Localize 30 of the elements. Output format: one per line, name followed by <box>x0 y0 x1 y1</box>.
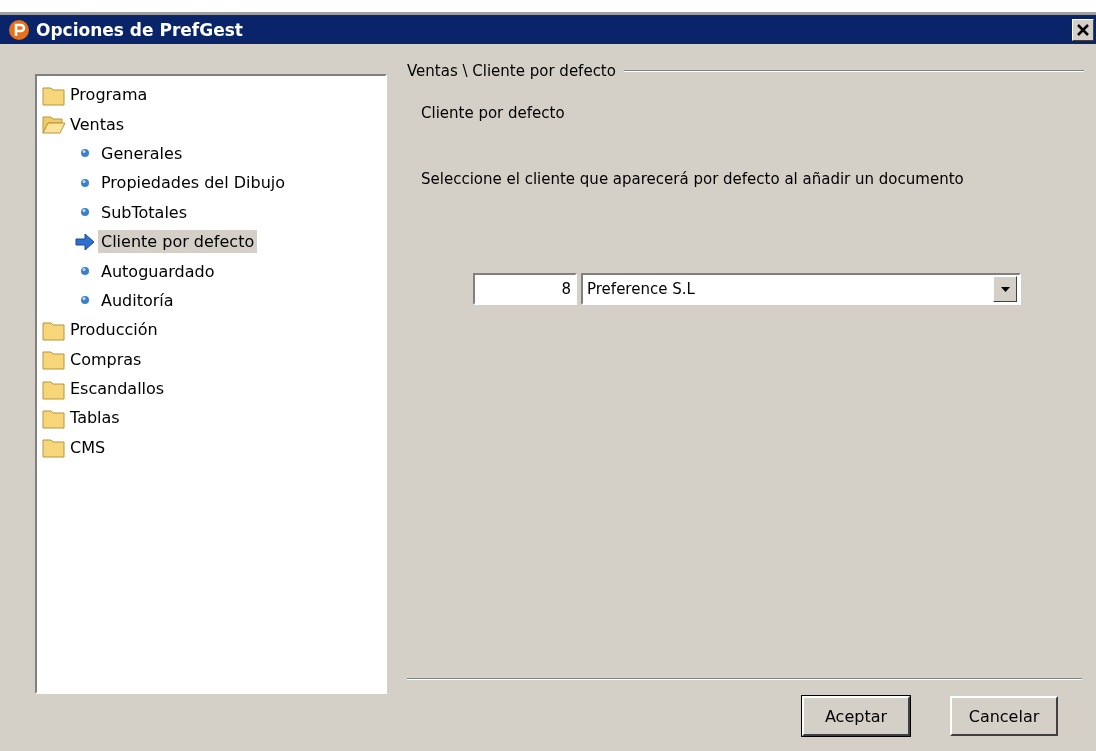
accept-button[interactable]: Aceptar <box>802 696 910 736</box>
tree-item[interactable]: Auditoría <box>98 288 177 312</box>
tree-item[interactable]: Ventas <box>67 112 128 136</box>
tree-item[interactable]: Autoguardado <box>98 259 218 283</box>
window-title: Opciones de PrefGest <box>36 19 244 40</box>
app-logo-icon <box>8 18 30 41</box>
tree-item[interactable]: Generales <box>98 141 186 165</box>
description-text: Seleccione el cliente que aparecerá por defecto al añadir un documento <box>421 170 965 188</box>
bullet-icon <box>80 177 90 188</box>
tree-item[interactable]: Compras <box>67 347 145 371</box>
tree-item[interactable]: Cliente por defecto <box>98 230 258 254</box>
close-icon <box>1077 23 1089 36</box>
tree-item[interactable]: SubTotales <box>98 200 190 224</box>
bullet-icon <box>80 295 90 306</box>
tree-item[interactable]: Tablas <box>67 406 123 430</box>
close-button[interactable] <box>1072 18 1094 41</box>
bullet-icon <box>80 266 90 277</box>
tree-item[interactable]: Programa <box>67 83 151 107</box>
tree-item[interactable]: CMS <box>67 435 109 459</box>
tree-item[interactable]: Escandallos <box>67 377 168 401</box>
cancel-button[interactable]: Cancelar <box>950 696 1058 736</box>
section-heading: Cliente por defecto <box>421 104 566 122</box>
tree-item[interactable]: Producción <box>67 318 161 342</box>
client-code-field[interactable]: 8 <box>473 273 577 305</box>
arrow-icon <box>75 232 95 251</box>
bullet-icon <box>80 207 90 218</box>
tree-item[interactable]: Propiedades del Dibujo <box>98 171 289 195</box>
client-dropdown[interactable]: Preference S.L <box>581 273 1021 305</box>
section-breadcrumb: Ventas \ Cliente por defecto <box>407 62 616 80</box>
bullet-icon <box>80 148 90 159</box>
